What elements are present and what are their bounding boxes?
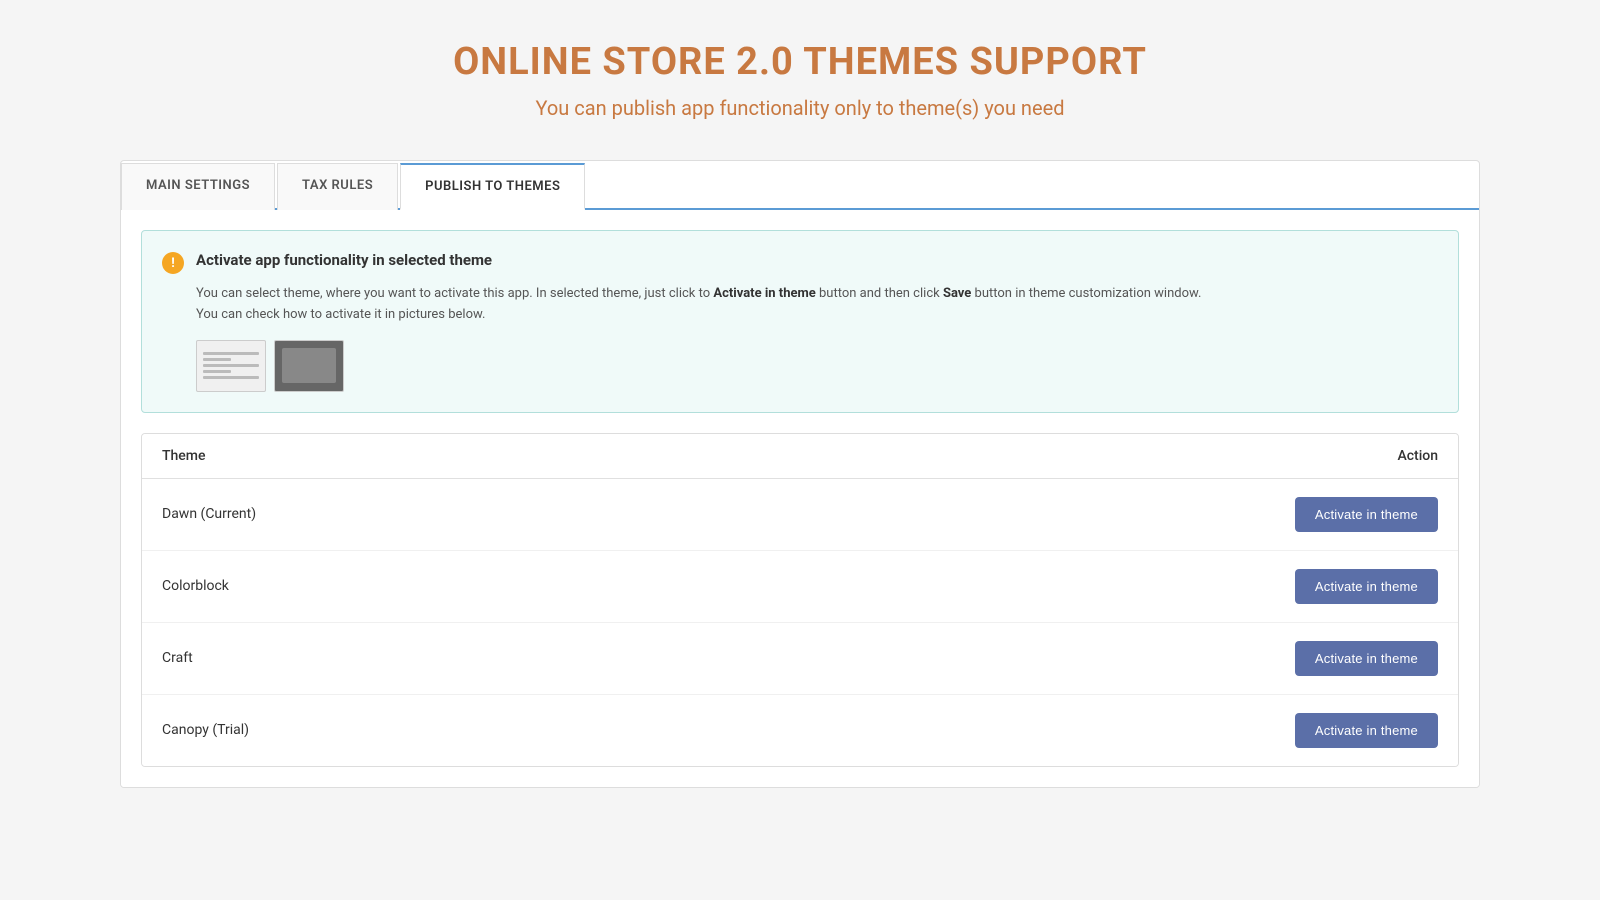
info-icon: ! [162, 252, 184, 274]
content-area: ! Activate app functionality in selected… [121, 210, 1479, 787]
thumb-line-4 [203, 370, 231, 373]
table-header: Theme Action [142, 434, 1458, 479]
info-box: ! Activate app functionality in selected… [141, 230, 1459, 413]
activate-button-colorblock[interactable]: Activate in theme [1295, 569, 1438, 604]
table-row: Dawn (Current) Activate in theme [142, 479, 1458, 551]
info-text-line2: You can check how to activate it in pict… [196, 307, 485, 322]
main-card: MAIN SETTINGS TAX RULES PUBLISH TO THEME… [120, 160, 1480, 788]
table-row: Craft Activate in theme [142, 623, 1458, 695]
themes-table: Theme Action Dawn (Current) Activate in … [141, 433, 1459, 767]
col-action-label: Action [1397, 448, 1438, 464]
activate-button-dawn[interactable]: Activate in theme [1295, 497, 1438, 532]
info-text-line1: You can select theme, where you want to … [196, 286, 1201, 301]
thumb-line-3 [203, 364, 259, 367]
activate-button-craft[interactable]: Activate in theme [1295, 641, 1438, 676]
tabs-bar: MAIN SETTINGS TAX RULES PUBLISH TO THEME… [121, 161, 1479, 210]
thumb-line-1 [203, 352, 259, 355]
tab-publish-to-themes[interactable]: PUBLISH TO THEMES [400, 163, 585, 210]
page-subtitle: You can publish app functionality only t… [120, 96, 1480, 120]
tab-tax-rules[interactable]: TAX RULES [277, 163, 398, 210]
table-row: Colorblock Activate in theme [142, 551, 1458, 623]
info-box-description: You can select theme, where you want to … [196, 284, 1438, 326]
page-title: ONLINE STORE 2.0 THEMES SUPPORT [120, 40, 1480, 84]
thumbnail-2 [274, 340, 344, 392]
tab-main-settings[interactable]: MAIN SETTINGS [121, 163, 275, 210]
info-box-title: Activate app functionality in selected t… [196, 251, 492, 269]
theme-name-canopy: Canopy (Trial) [162, 722, 249, 738]
thumbnail-1 [196, 340, 266, 392]
activate-button-canopy[interactable]: Activate in theme [1295, 713, 1438, 748]
thumb-line-2 [203, 358, 231, 361]
thumbnails [196, 340, 1438, 392]
thumb-line-5 [203, 376, 259, 379]
theme-name-colorblock: Colorblock [162, 578, 229, 594]
table-row: Canopy (Trial) Activate in theme [142, 695, 1458, 766]
thumb-2-inner [282, 348, 336, 383]
theme-name-craft: Craft [162, 650, 193, 666]
theme-name-dawn: Dawn (Current) [162, 506, 256, 522]
col-theme-label: Theme [162, 448, 206, 464]
